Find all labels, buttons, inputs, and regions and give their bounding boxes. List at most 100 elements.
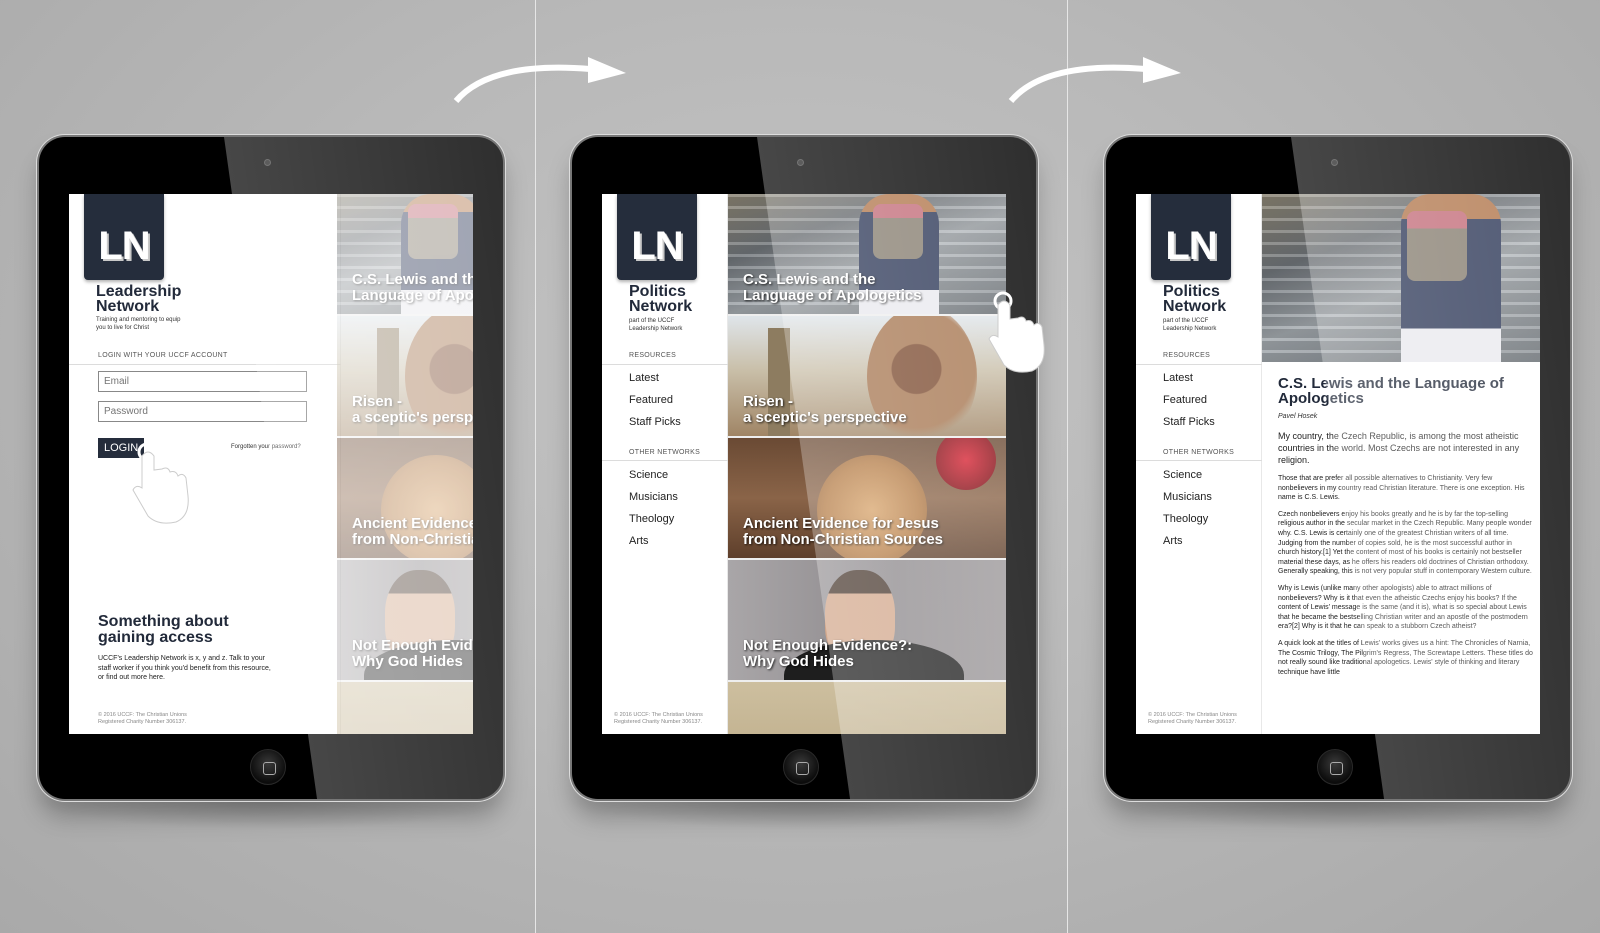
forgot-password-link[interactable]: Forgotten your password? [231,444,301,450]
resources-label: RESOURCES [629,352,677,359]
article-card: C.S. Lewis and theLanguage of Apologetic… [337,194,473,316]
card-list-faded: C.S. Lewis and theLanguage of Apologetic… [337,194,473,734]
home-button[interactable] [1317,749,1353,785]
article-paragraph: Czech nonbelievers enjoy his books great… [1278,510,1532,576]
card-title: a sceptic's perspective [352,409,473,426]
card-title: Not Enough Evidence?: [743,637,913,654]
article-paragraph: Those that are prefer all possible alter… [1278,475,1525,502]
brand-name: Politics Network [629,283,693,315]
nav-staff-picks[interactable]: Staff Picks [629,416,681,428]
listing-screen: LN Politics Network part of the UCCF Lea… [602,194,1006,734]
nav-arts[interactable]: Arts [1163,535,1183,547]
article-card[interactable]: Risen -a sceptic's perspective [728,316,1006,438]
nav-science[interactable]: Science [1163,469,1202,481]
flow-arrow-icon [453,57,626,103]
brand-name: Politics Network [1163,283,1227,315]
footer-copyright: © 2016 UCCF: The Christian Unions [98,712,187,718]
article-card[interactable] [728,682,1006,734]
article-card[interactable]: Not Enough Evidence?: Why God Hides [728,560,1006,682]
divider [602,364,728,365]
access-text: UCCF's Leadership Network is x, y and z.… [98,655,271,681]
footer-charity: Registered Charity Number 306137. [1148,719,1237,725]
article-screen: LN Politics Network part of the UCCF Lea… [1136,194,1540,734]
article-title: C.S. Lewis and the Language of Apologeti… [1278,375,1504,407]
card-title: Why God Hides [352,653,463,670]
other-networks-label: OTHER NETWORKS [1163,449,1235,456]
card-list: C.S. Lewis and the Language of Apologetic… [728,194,1006,734]
brand-name: Leadership Network [96,283,182,315]
article-author: Pavel Hosek [1278,413,1318,420]
divider [1136,460,1262,461]
article-paragraph: A quick look at the titles of Lewis' wor… [1278,639,1533,676]
camera-icon [1331,159,1338,166]
card-title: from Non-Christian Sources [743,531,944,548]
sidebar: LN Politics Network part of the UCCF Lea… [1136,194,1262,734]
card-title: Ancient Evidence for Jesus [352,515,473,532]
tap-hand-icon [988,291,1045,373]
nav-science[interactable]: Science [629,469,668,481]
brand-tagline: part of the UCCF Leadership Network [1163,318,1217,332]
password-input[interactable] [98,401,307,422]
card-title: Risen - [352,393,403,410]
email-input[interactable] [98,371,307,392]
footer-charity: Registered Charity Number 306137. [614,719,703,725]
resources-label: RESOURCES [1163,352,1211,359]
flow-arrow-icon [1008,57,1181,103]
nav-arts[interactable]: Arts [629,535,649,547]
login-section-label: LOGIN WITH YOUR UCCF ACCOUNT [98,352,228,359]
card-title: Ancient Evidence for Jesus [743,515,939,532]
article-hero-image [1262,194,1540,362]
nav-staff-picks[interactable]: Staff Picks [1163,416,1215,428]
panel-divider [1067,0,1068,933]
divider [69,364,341,365]
article-card: Not Enough Evidence?:Why God Hides [337,560,473,682]
article-card[interactable]: Ancient Evidence for Jesus from Non-Chris… [728,438,1006,560]
article: C.S. Lewis and the Language of Apologeti… [1262,194,1540,734]
home-button[interactable] [250,749,286,785]
nav-theology[interactable]: Theology [1163,513,1208,525]
footer-copyright: © 2016 UCCF: The Christian Unions [1148,712,1237,718]
card-title: Risen - [743,393,794,410]
card-title: C.S. Lewis and the [352,271,473,288]
article-card [337,682,473,734]
divider [1136,364,1262,365]
camera-icon [264,159,271,166]
camera-icon [797,159,804,166]
ln-logo[interactable]: LN [1151,194,1231,280]
access-heading: Something about gaining access [98,613,229,646]
article-body: My country, the Czech Republic, is among… [1278,430,1533,684]
card-title: Not Enough Evidence?: [352,637,473,654]
nav-theology[interactable]: Theology [629,513,674,525]
nav-musicians[interactable]: Musicians [1163,491,1212,503]
article-card: Ancient Evidence for Jesusfrom Non-Chris… [337,438,473,560]
card-title: Language of Apologetics [743,287,922,304]
panel-divider [535,0,536,933]
tap-hand-icon [132,442,189,524]
ln-logo[interactable]: LN [617,194,697,280]
tablet-listing: LN Politics Network part of the UCCF Lea… [572,137,1036,799]
footer: © 2016 UCCF: The Christian Unions Regist… [98,712,187,726]
login-panel: LN Leadership Network Training and mento… [69,194,341,734]
card-title: from Non-Christian Sources [352,531,473,548]
nav-musicians[interactable]: Musicians [629,491,678,503]
nav-featured[interactable]: Featured [1163,394,1207,406]
article-card[interactable]: C.S. Lewis and the Language of Apologetic… [728,194,1006,316]
card-title: Language of Apologetics [352,287,473,304]
footer-charity: Registered Charity Number 306137. [98,719,187,725]
other-networks-label: OTHER NETWORKS [629,449,701,456]
nav-latest[interactable]: Latest [629,372,659,384]
footer: © 2016 UCCF: The Christian Unions Regist… [1148,712,1237,726]
tablet-article: LN Politics Network part of the UCCF Lea… [1106,137,1570,799]
card-title: a sceptic's perspective [743,409,907,426]
footer-copyright: © 2016 UCCF: The Christian Unions [614,712,703,718]
sidebar: LN Politics Network part of the UCCF Lea… [602,194,728,734]
card-title: Why God Hides [743,653,854,670]
brand-tagline: Training and mentoring to equip you to l… [96,317,181,331]
nav-featured[interactable]: Featured [629,394,673,406]
article-lead: My country, the Czech Republic, is among… [1278,431,1520,465]
footer: © 2016 UCCF: The Christian Unions Regist… [614,712,703,726]
home-button[interactable] [783,749,819,785]
ln-logo[interactable]: LN [84,194,164,280]
brand-tagline: part of the UCCF Leadership Network [629,318,683,332]
nav-latest[interactable]: Latest [1163,372,1193,384]
